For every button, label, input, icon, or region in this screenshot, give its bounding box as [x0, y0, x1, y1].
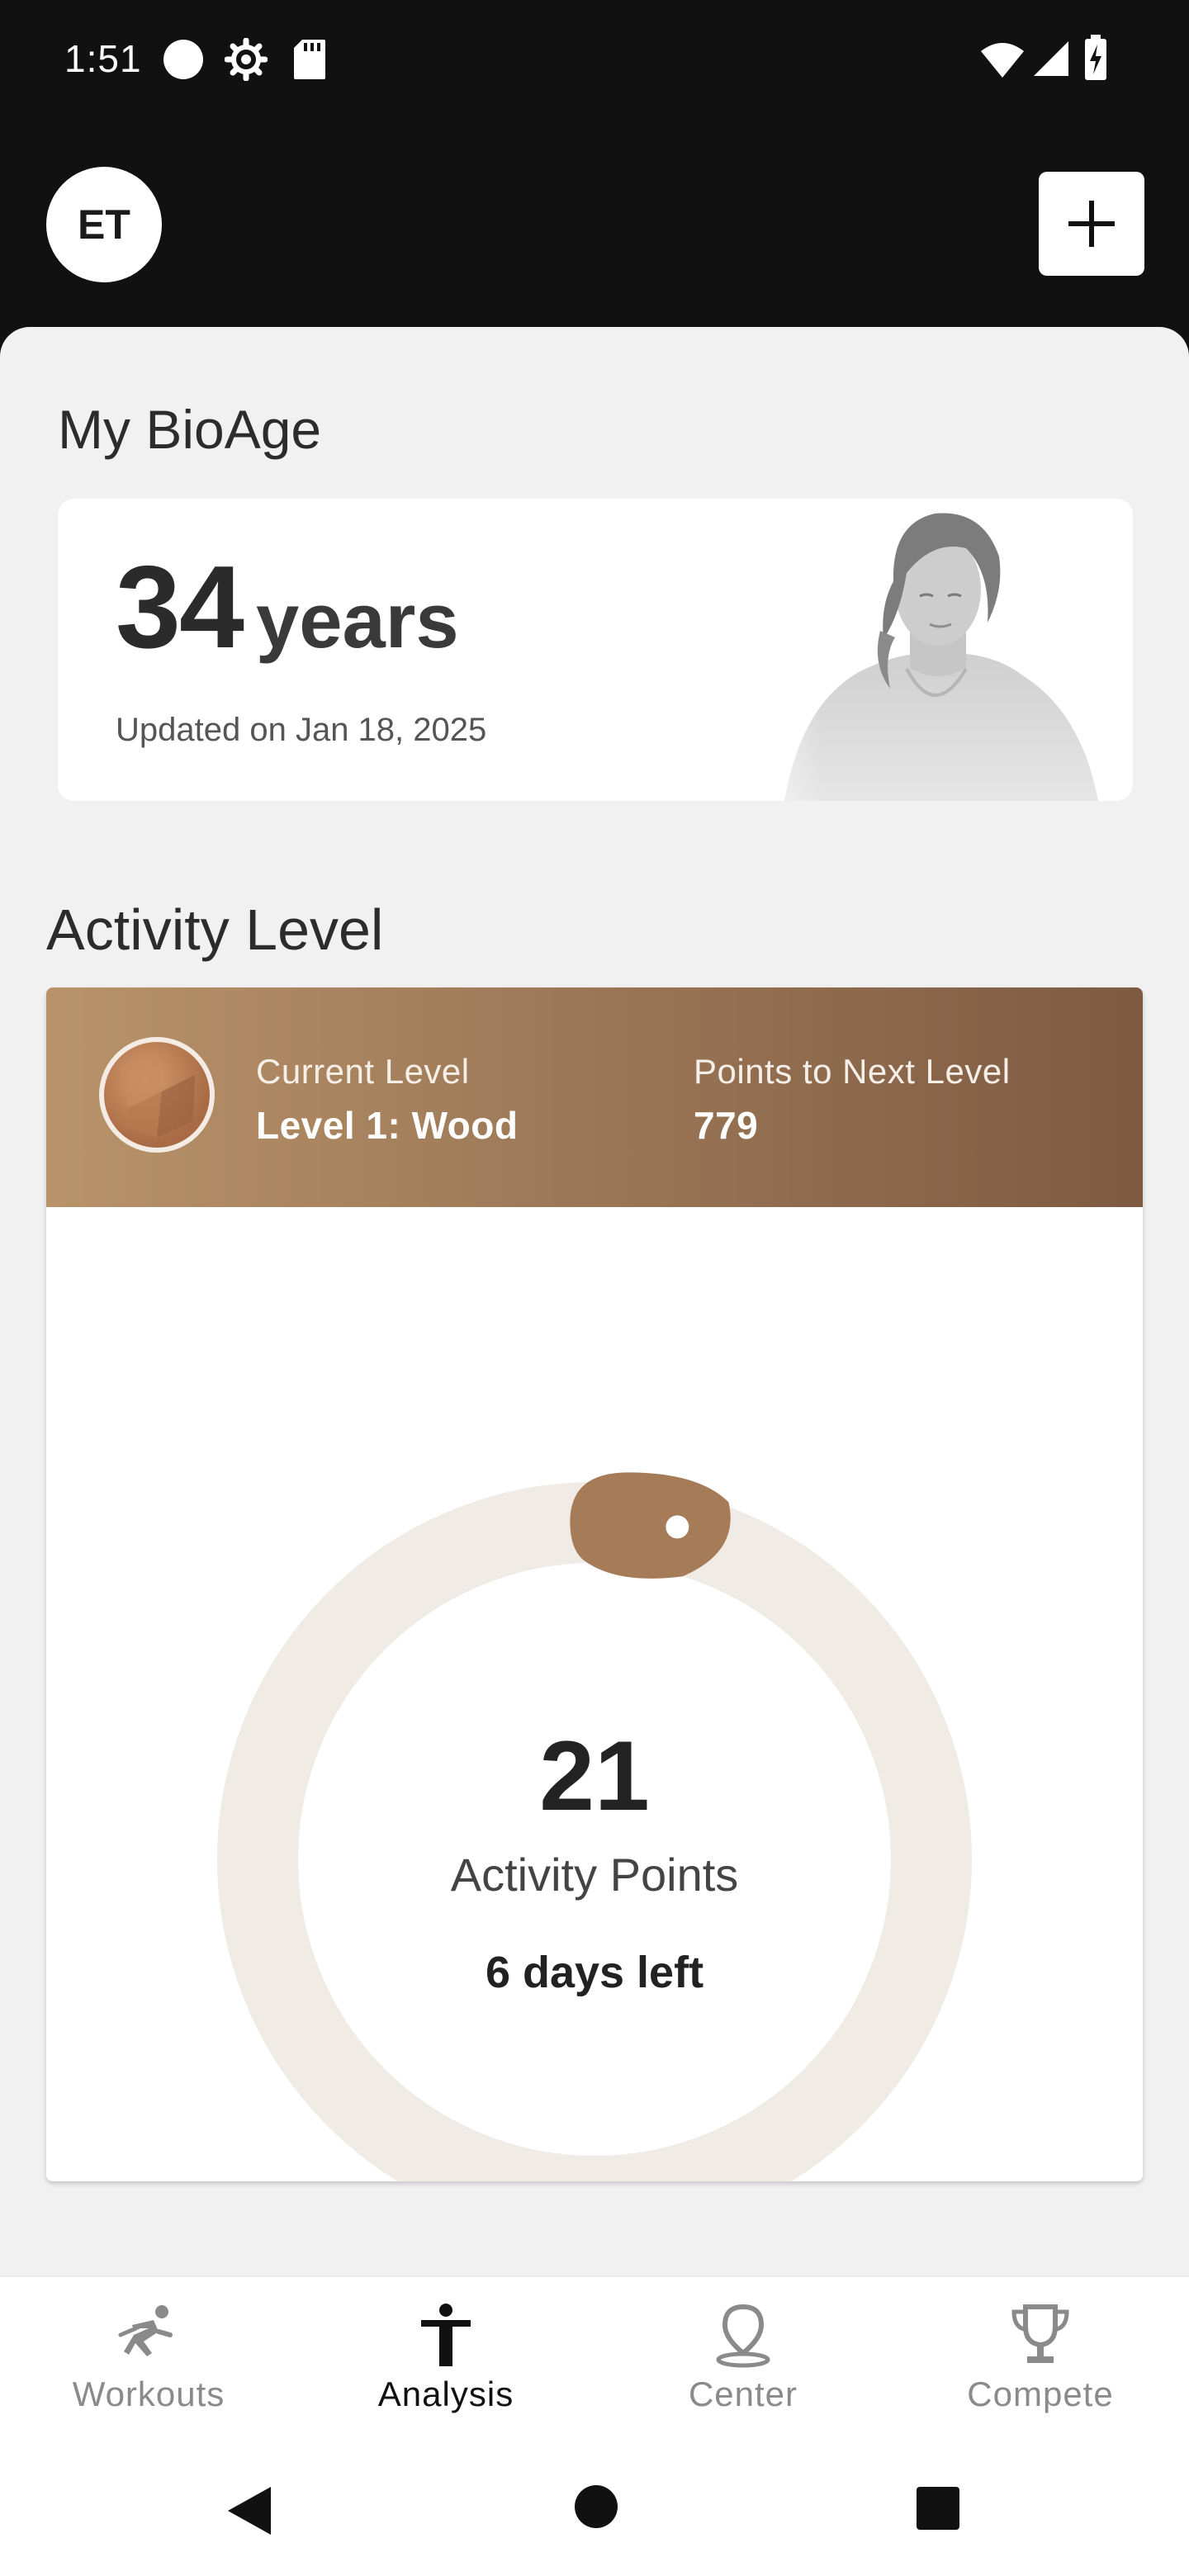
- athlete-photo: [718, 499, 1133, 801]
- next-level-label: Points to Next Level: [694, 1052, 1011, 1091]
- bioage-unit: years: [255, 577, 459, 664]
- app-header: ET: [0, 124, 1189, 330]
- activity-points-number: 21: [539, 1721, 650, 1831]
- recents-icon[interactable]: [915, 2485, 961, 2531]
- nav-compete[interactable]: Compete: [892, 2277, 1189, 2449]
- current-level-value: Level 1: Wood: [256, 1104, 519, 1147]
- sd-card-icon: [294, 40, 325, 79]
- wood-level-badge-icon: [99, 1037, 215, 1153]
- level-banner: Current Level Level 1: Wood Points to Ne…: [46, 987, 1143, 1207]
- main-content: My BioAge 34 years Updated on Jan 18, 20…: [0, 327, 1189, 2275]
- nav-label: Center: [688, 2375, 798, 2413]
- plus-icon: [1068, 201, 1115, 247]
- cell-signal-icon: [1034, 41, 1068, 76]
- circle-icon: [163, 40, 203, 79]
- bioage-value: 34 years: [116, 540, 459, 675]
- activity-ring: 21 Activity Points 6 days left: [46, 1207, 1143, 2181]
- activity-card[interactable]: Current Level Level 1: Wood Points to Ne…: [46, 987, 1143, 2181]
- ring-marker-dot: [666, 1515, 689, 1539]
- status-bar: 1:51: [0, 0, 1189, 124]
- activity-points-label: Activity Points: [450, 1849, 739, 1901]
- back-icon[interactable]: [225, 2484, 274, 2538]
- settings-gear-icon: [225, 38, 268, 81]
- location-pin-icon: [716, 2304, 770, 2368]
- days-left: 6 days left: [485, 1948, 704, 1997]
- ring-progress-marker: [570, 1472, 731, 1579]
- bioage-number: 34: [116, 542, 244, 673]
- nav-center[interactable]: Center: [594, 2277, 892, 2449]
- bioage-card[interactable]: 34 years Updated on Jan 18, 2025: [58, 499, 1133, 801]
- bioage-title: My BioAge: [58, 399, 322, 460]
- system-nav-bar: [0, 2447, 1189, 2576]
- home-icon[interactable]: [573, 2484, 619, 2530]
- battery-charging-icon: [1085, 35, 1106, 80]
- person-icon: [421, 2304, 471, 2366]
- add-button[interactable]: [1039, 172, 1144, 276]
- nav-label: Compete: [967, 2375, 1114, 2413]
- next-level-value: 779: [694, 1104, 759, 1147]
- bioage-updated: Updated on Jan 18, 2025: [116, 712, 487, 748]
- nav-analysis[interactable]: Analysis: [297, 2277, 594, 2449]
- ring-marker-blob: [570, 1472, 731, 1579]
- avatar[interactable]: ET: [46, 167, 162, 282]
- bottom-nav: Workouts Analysis Center Compete: [0, 2275, 1189, 2447]
- trophy-icon: [1011, 2304, 1069, 2363]
- running-icon: [118, 2305, 173, 2356]
- activity-title: Activity Level: [46, 897, 384, 962]
- nav-label: Analysis: [377, 2375, 514, 2413]
- nav-workouts[interactable]: Workouts: [0, 2277, 297, 2449]
- nav-label: Workouts: [72, 2375, 225, 2413]
- current-level-label: Current Level: [256, 1052, 470, 1091]
- wifi-icon: [981, 43, 1024, 78]
- activity-ring-chart: [217, 1472, 972, 2181]
- status-time: 1:51: [64, 37, 142, 80]
